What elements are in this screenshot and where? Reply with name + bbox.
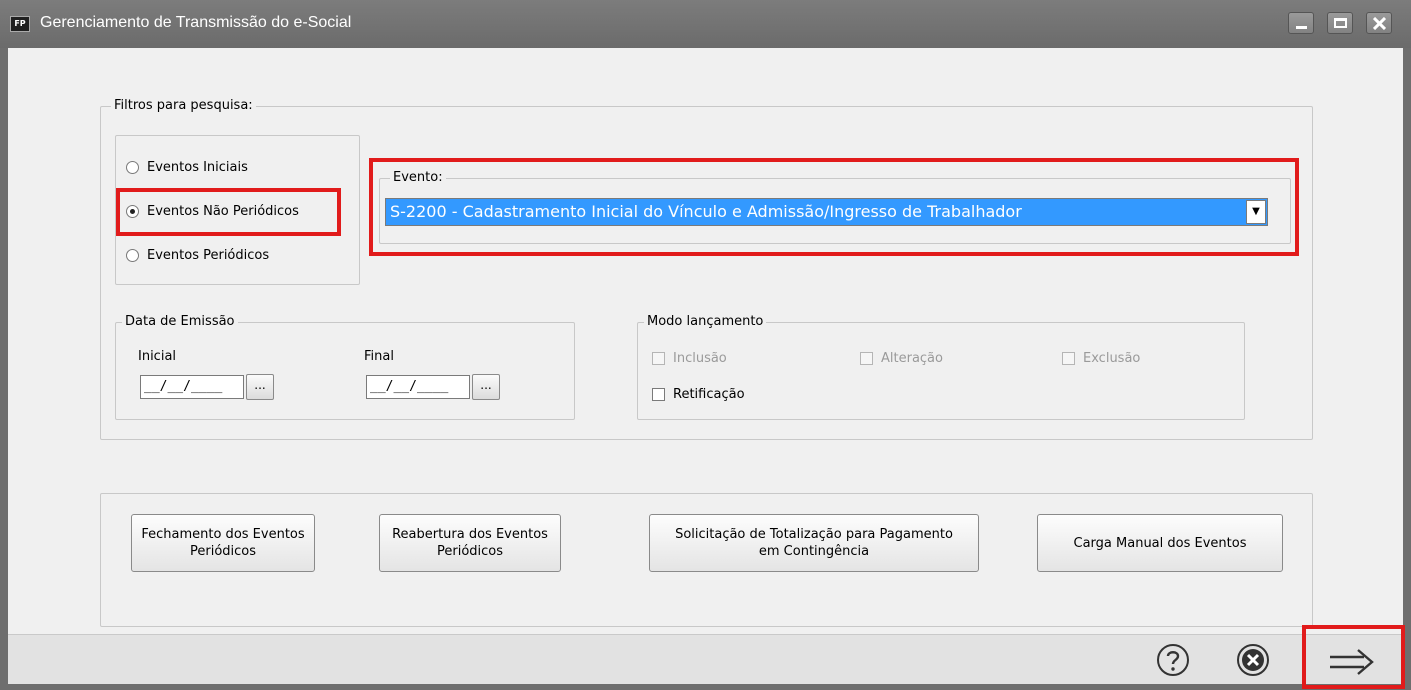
minimize-icon [1296,26,1307,29]
radio-button[interactable] [126,249,139,262]
checkbox [860,352,873,365]
checkbox-alteracao: Alteração [860,351,943,366]
footer-bar [8,625,1405,689]
final-date-picker-button[interactable]: ... [472,374,500,400]
app-logo-icon: FP [10,16,30,32]
final-label: Final [364,349,394,364]
inicial-label: Inicial [138,349,177,364]
checkbox-label: Retificação [673,387,745,402]
close-icon [1373,17,1386,30]
filters-group: Filtros para pesquisa: Eventos Iniciais … [100,98,1313,440]
solicitacao-totalizacao-button[interactable]: Solicitação de Totalização para Pagament… [649,514,979,572]
checkbox-inclusao: Inclusão [652,351,727,366]
checkbox-exclusao: Exclusão [1062,351,1140,366]
checkbox-label: Inclusão [673,351,727,366]
modo-lancamento-legend: Modo lançamento [644,314,767,329]
next-arrow-icon[interactable] [1326,645,1378,679]
reabertura-button[interactable]: Reabertura dos Eventos Periódicos [379,514,561,572]
title-bar: FP Gerenciamento de Transmissão do e-Soc… [0,0,1411,48]
minimize-button[interactable] [1288,12,1314,34]
close-button[interactable] [1366,12,1392,34]
checkbox [1062,352,1075,365]
radio-button[interactable] [126,161,139,174]
actions-group: Fechamento dos Eventos Periódicos Reaber… [100,493,1313,627]
highlight-evento [369,158,1299,256]
data-emissao-group: Data de Emissão Inicial __/__/____ ... F… [115,314,575,420]
inicial-date-picker-button[interactable]: ... [246,374,274,400]
maximize-button[interactable] [1327,12,1353,34]
radio-label: Eventos Periódicos [147,248,270,263]
carga-manual-button[interactable]: Carga Manual dos Eventos [1037,514,1283,572]
client-area: Filtros para pesquisa: Eventos Iniciais … [8,48,1403,634]
checkbox [652,352,665,365]
checkbox-label: Alteração [881,351,943,366]
inicial-date-field[interactable]: __/__/____ [140,375,244,399]
data-emissao-legend: Data de Emissão [122,314,238,329]
checkbox-label: Exclusão [1083,351,1141,366]
highlight-nao-periodicos [116,188,341,236]
checkbox-retificacao[interactable]: Retificação [652,387,745,402]
modo-lancamento-group: Modo lançamento Inclusão Alteração Exclu… [637,314,1245,420]
filters-legend: Filtros para pesquisa: [111,98,256,113]
cancel-icon[interactable] [1236,643,1270,677]
maximize-icon [1334,18,1347,28]
fechamento-button[interactable]: Fechamento dos Eventos Periódicos [131,514,315,572]
help-icon[interactable] [1156,643,1190,677]
radio-eventos-periodicos[interactable]: Eventos Periódicos [126,248,269,263]
final-date-field[interactable]: __/__/____ [366,375,470,399]
radio-label: Eventos Iniciais [147,160,248,175]
window-title: Gerenciamento de Transmissão do e-Social [40,14,352,31]
checkbox[interactable] [652,388,665,401]
radio-eventos-iniciais[interactable]: Eventos Iniciais [126,160,248,175]
